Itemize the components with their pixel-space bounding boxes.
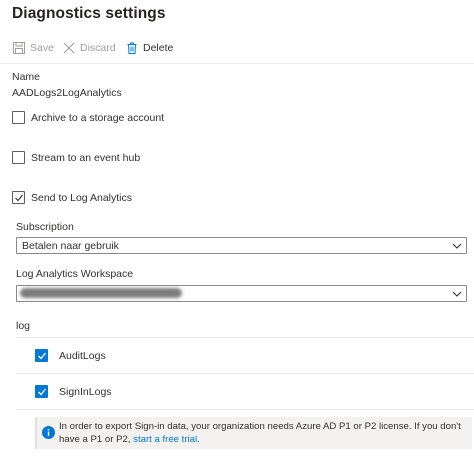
archive-checkbox-row[interactable]: Archive to a storage account bbox=[12, 111, 164, 124]
discard-button-label: Discard bbox=[80, 42, 116, 54]
save-icon bbox=[12, 42, 25, 55]
subscription-dropdown[interactable]: Betalen naar gebruik bbox=[16, 237, 467, 254]
checkmark-icon bbox=[37, 352, 46, 359]
auditlogs-label: AuditLogs bbox=[59, 349, 106, 362]
start-free-trial-link[interactable]: start a free trial. bbox=[133, 434, 200, 445]
info-icon bbox=[42, 426, 55, 439]
log-heading: log bbox=[16, 320, 31, 332]
name-label: Name bbox=[12, 71, 41, 83]
trash-icon bbox=[125, 42, 138, 55]
name-value: AADLogs2LogAnalytics bbox=[12, 87, 122, 99]
stream-checkbox[interactable] bbox=[12, 151, 25, 164]
subscription-selected-value: Betalen naar gebruik bbox=[22, 239, 119, 252]
info-message-bar: In order to export Sign-in data, your or… bbox=[35, 417, 472, 449]
archive-checkbox[interactable] bbox=[12, 111, 25, 124]
archive-checkbox-label: Archive to a storage account bbox=[31, 111, 165, 124]
log-row-divider bbox=[16, 409, 474, 410]
redacted-workspace-value bbox=[20, 288, 182, 298]
chevron-down-icon bbox=[452, 243, 462, 249]
log-analytics-checkbox-row[interactable]: Send to Log Analytics bbox=[12, 191, 132, 204]
delete-button-label: Delete bbox=[143, 42, 174, 54]
workspace-label: Log Analytics Workspace bbox=[16, 268, 134, 280]
checkmark-icon bbox=[14, 194, 23, 201]
stream-checkbox-label: Stream to an event hub bbox=[31, 151, 141, 164]
signinlogs-checkbox[interactable] bbox=[35, 385, 48, 398]
log-analytics-checkbox[interactable] bbox=[12, 191, 25, 204]
delete-button[interactable]: Delete bbox=[125, 40, 173, 56]
signinlogs-label: SignInLogs bbox=[59, 385, 112, 398]
log-header-divider bbox=[16, 337, 474, 338]
workspace-dropdown[interactable] bbox=[16, 285, 467, 302]
auditlogs-checkbox[interactable] bbox=[35, 349, 48, 362]
info-message-body: In order to export Sign-in data, your or… bbox=[59, 421, 461, 445]
page-title: Diagnostics settings bbox=[12, 5, 166, 22]
log-analytics-checkbox-label: Send to Log Analytics bbox=[31, 191, 132, 204]
log-category-row[interactable]: SignInLogs bbox=[35, 385, 112, 398]
discard-button[interactable]: Discard bbox=[62, 40, 116, 56]
info-message-text: In order to export Sign-in data, your or… bbox=[59, 420, 472, 446]
stream-checkbox-row[interactable]: Stream to an event hub bbox=[12, 151, 140, 164]
save-button[interactable]: Save bbox=[12, 40, 54, 56]
toolbar-divider bbox=[0, 63, 474, 64]
chevron-down-icon bbox=[452, 291, 462, 297]
close-icon bbox=[62, 42, 75, 55]
subscription-label: Subscription bbox=[16, 221, 74, 233]
checkmark-icon bbox=[37, 388, 46, 395]
save-button-label: Save bbox=[30, 42, 54, 54]
log-category-row[interactable]: AuditLogs bbox=[35, 349, 106, 362]
log-row-divider bbox=[16, 373, 474, 374]
